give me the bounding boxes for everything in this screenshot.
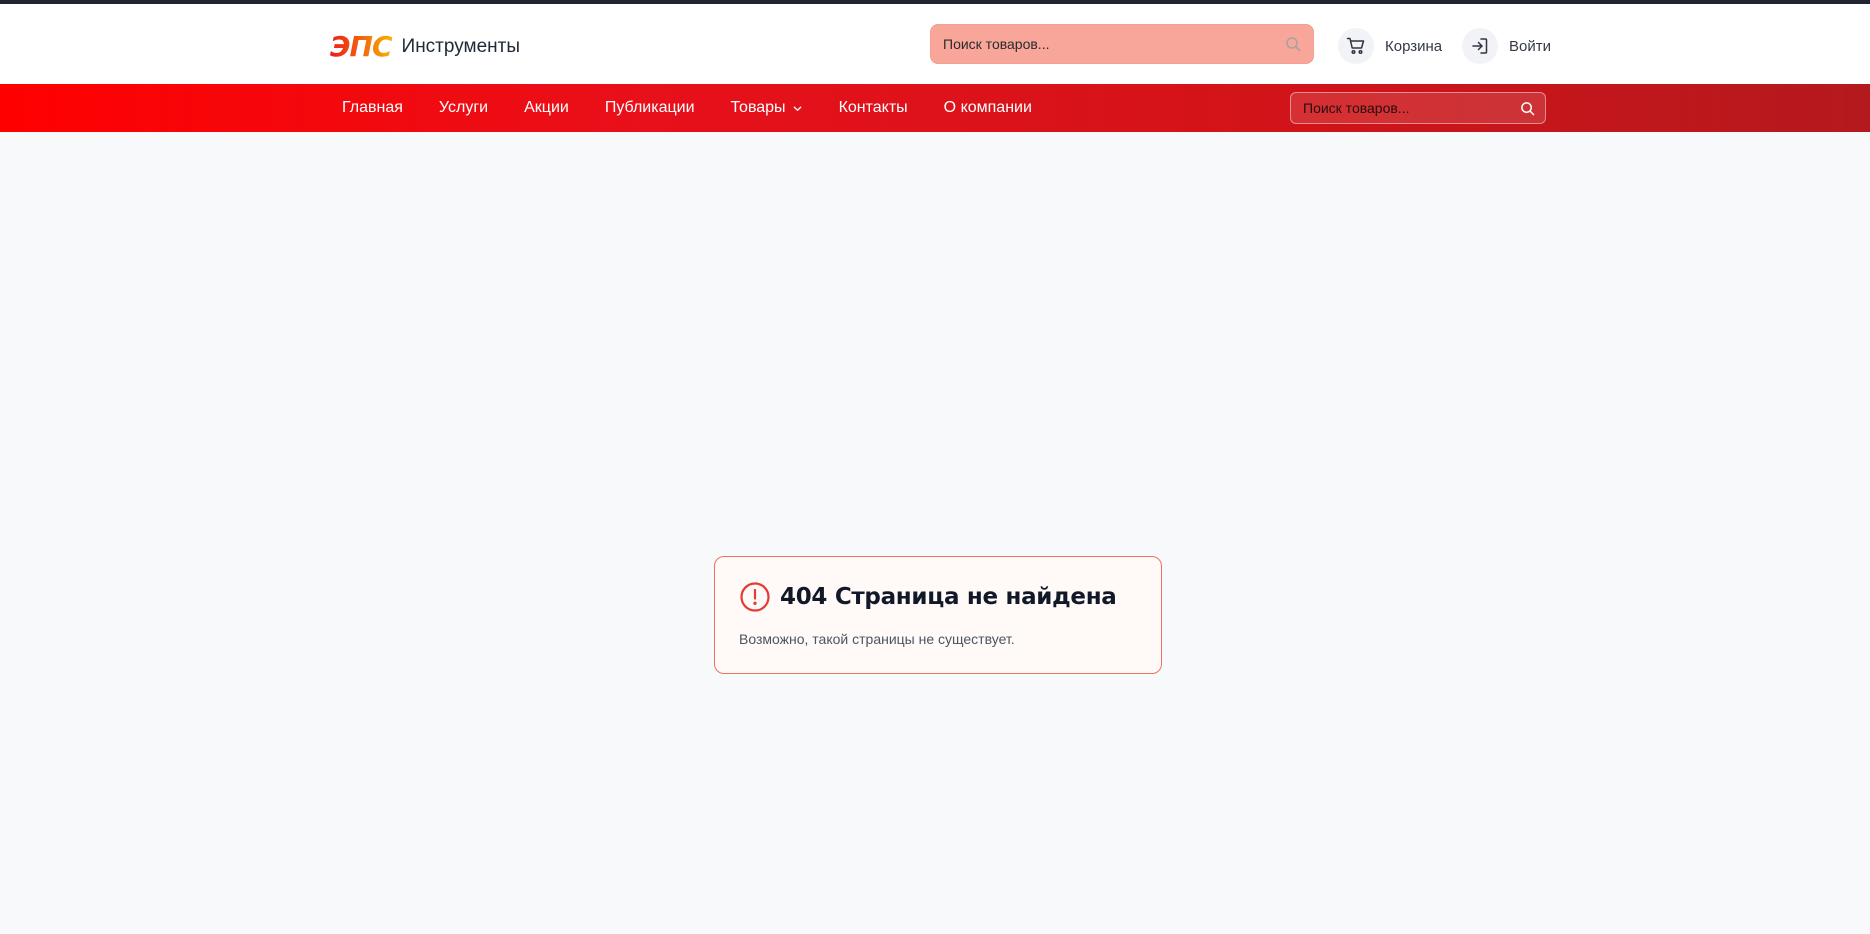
nav-list: Главная Услуги Акции Публикации Товары К…: [342, 84, 1068, 132]
cart-icon: [1338, 28, 1374, 64]
logo-text: Инструменты: [401, 36, 521, 57]
nav-search: [1290, 92, 1546, 124]
cart-button[interactable]: Корзина: [1338, 28, 1442, 64]
nav-item-publications[interactable]: Публикации: [605, 99, 695, 117]
alert-circle-icon: [740, 582, 770, 612]
nav-item-products-label: Товары: [730, 99, 786, 116]
login-label: Войти: [1509, 37, 1551, 55]
error-heading: 404 Страница не найдена: [739, 581, 1117, 613]
login-icon: [1462, 28, 1498, 64]
logo-mark: ЭПС: [330, 30, 393, 63]
error-title: 404 Страница не найдена: [780, 584, 1117, 610]
cart-label: Корзина: [1385, 37, 1443, 55]
nav-search-input[interactable]: [1291, 93, 1511, 123]
header-search-input[interactable]: [931, 25, 1271, 63]
main-nav: Главная Услуги Акции Публикации Товары К…: [0, 84, 1870, 132]
search-icon[interactable]: [1285, 36, 1301, 52]
site-logo[interactable]: ЭПС Инструменты: [330, 30, 520, 64]
error-card: 404 Страница не найдена Возможно, такой …: [714, 556, 1162, 674]
nav-item-about[interactable]: О компании: [944, 99, 1032, 117]
login-button[interactable]: Войти: [1462, 28, 1551, 64]
nav-item-home[interactable]: Главная: [342, 99, 403, 117]
nav-item-contacts[interactable]: Контакты: [839, 99, 908, 117]
search-icon[interactable]: [1520, 101, 1535, 116]
nav-item-services[interactable]: Услуги: [439, 99, 488, 117]
header-search: [930, 24, 1314, 64]
nav-item-products[interactable]: Товары: [731, 99, 803, 117]
error-message: Возможно, такой страницы не существует.: [739, 631, 1015, 647]
nav-item-promotions[interactable]: Акции: [524, 99, 569, 117]
site-header: ЭПС Инструменты Корзина Войти: [0, 4, 1870, 84]
chevron-down-icon: [793, 105, 801, 111]
